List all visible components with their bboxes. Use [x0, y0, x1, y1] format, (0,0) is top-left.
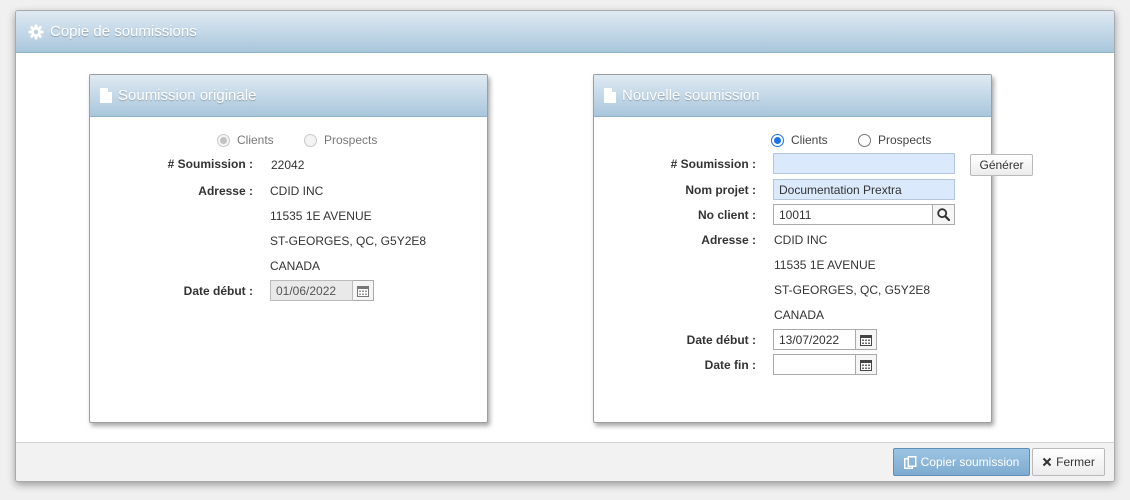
end-date-input[interactable] [773, 354, 856, 375]
new-panel-header: Nouvelle soumission [594, 75, 991, 117]
original-adresse-label: Adresse : [198, 184, 253, 198]
calendar-icon [353, 280, 374, 301]
new-address-line-2: 11535 1E AVENUE [774, 258, 876, 272]
copy-quote-dialog: Copie de soumissions Soumission original… [15, 10, 1115, 482]
original-soumission-value: 22042 [271, 158, 305, 172]
close-button[interactable]: Fermer [1032, 448, 1105, 476]
copy-quote-button[interactable]: Copier soumission [893, 448, 1030, 476]
original-radio-clients: Clients [217, 133, 274, 147]
new-address-line-1: CDID INC [774, 233, 828, 247]
client-number-input[interactable]: 10011 [773, 204, 933, 225]
gear-icon [28, 24, 44, 40]
document-icon [604, 88, 616, 103]
original-date-debut-field: 01/06/2022 [270, 280, 353, 301]
new-address-line-3: ST-GEORGES, QC, G5Y2E8 [774, 283, 931, 297]
project-name-input[interactable]: Documentation Prextra [773, 179, 955, 200]
new-adresse-label: Adresse : [701, 233, 756, 247]
original-radio-prospects: Prospects [304, 133, 377, 147]
radio-button[interactable] [771, 133, 784, 147]
dialog-title: Copie de soumissions [50, 23, 197, 40]
new-address-line-4: CANADA [774, 308, 825, 322]
new-date-fin-label: Date fin : [704, 358, 756, 372]
original-soumission-label: # Soumission : [167, 157, 253, 171]
close-icon [1042, 457, 1052, 467]
original-panel-header: Soumission originale [90, 75, 487, 117]
original-address-line-4: CANADA [270, 259, 321, 273]
calendar-icon[interactable] [856, 354, 877, 375]
original-panel-title: Soumission originale [118, 87, 257, 104]
new-radio-clients[interactable]: Clients [771, 133, 828, 147]
new-nom-projet-label: Nom projet : [685, 183, 756, 197]
new-no-client-label: No client : [697, 208, 756, 222]
original-address-line-3: ST-GEORGES, QC, G5Y2E8 [270, 234, 427, 248]
start-date-input[interactable]: 13/07/2022 [773, 329, 856, 350]
new-soumission-input[interactable] [773, 153, 955, 174]
original-address-line-2: 11535 1E AVENUE [270, 209, 372, 223]
original-address-line-1: CDID INC [270, 184, 324, 198]
original-date-debut-label: Date début : [183, 284, 253, 298]
new-panel-title: Nouvelle soumission [622, 87, 760, 104]
radio-button [304, 133, 317, 147]
generate-button[interactable]: Générer [970, 154, 1033, 176]
new-soumission-label: # Soumission : [670, 157, 756, 171]
dialog-header: Copie de soumissions [16, 11, 1114, 53]
new-quote-panel: Nouvelle soumission Clients Prospects # … [593, 74, 1033, 423]
radio-button[interactable] [858, 133, 871, 147]
search-icon[interactable] [933, 204, 955, 225]
dialog-footer: Copier soumission Fermer [16, 442, 1114, 481]
calendar-icon[interactable] [856, 329, 877, 350]
document-icon [100, 88, 112, 103]
copy-icon [903, 455, 917, 469]
new-radio-prospects[interactable]: Prospects [858, 133, 931, 147]
radio-button [217, 133, 230, 147]
original-quote-panel: Soumission originale Clients Prospects #… [89, 74, 488, 423]
new-date-debut-label: Date début : [686, 333, 756, 347]
